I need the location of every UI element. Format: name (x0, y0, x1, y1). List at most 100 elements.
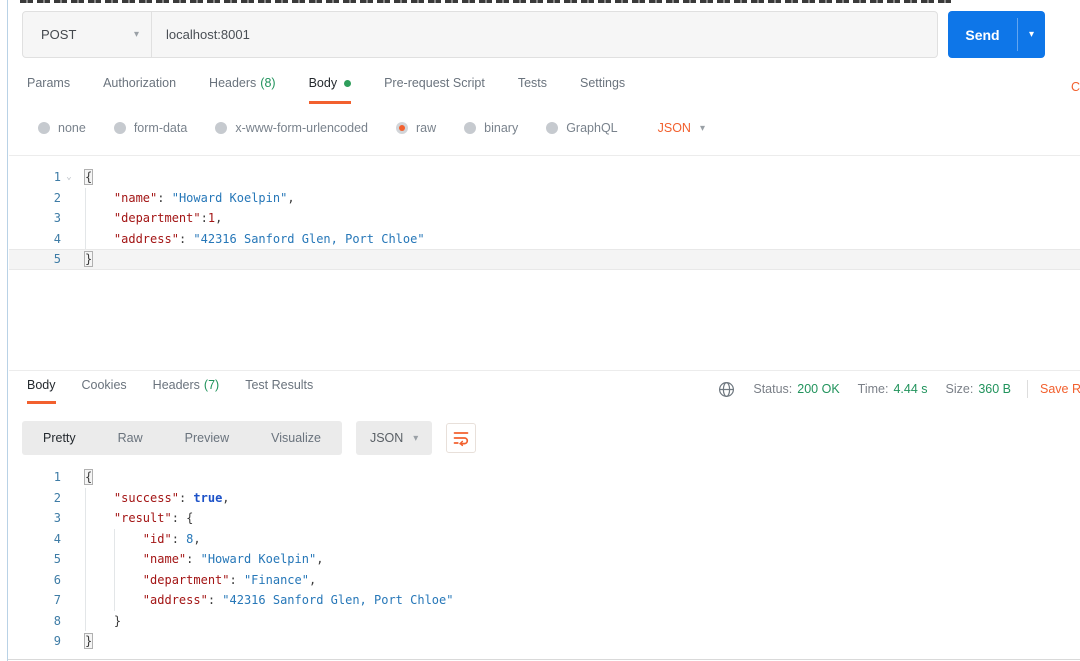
code-content: { (77, 169, 94, 186)
line-number: 8 (53, 613, 61, 628)
code-token: } (83, 251, 94, 268)
body-mode-binary[interactable]: binary (464, 121, 518, 135)
radio-icon (396, 122, 408, 134)
send-button[interactable]: Send (948, 11, 1017, 58)
code-line: 2 "success": true, (9, 488, 1080, 509)
time-value: 4.44 s (893, 382, 928, 396)
response-language-dropdown[interactable]: JSON ▾ (355, 421, 433, 455)
tab-label: Headers (209, 76, 257, 90)
body-mode-selector: none form-data x-www-form-urlencoded raw bin… (38, 121, 705, 135)
code-token: : (186, 552, 201, 567)
response-tab-cookies[interactable]: Cookies (82, 378, 127, 404)
code-token: , (215, 211, 223, 226)
code-line[interactable]: 1 ⌄ { (9, 167, 1080, 188)
method-url-container: POST ▾ localhost:8001 (22, 11, 938, 58)
code-line: 7 "address": "42316 Sanford Glen, Port C… (9, 590, 1080, 611)
code-content: "id": 8, (77, 532, 201, 546)
line-number: 7 (53, 593, 61, 608)
tab-body[interactable]: Body (308, 76, 352, 104)
globe-icon[interactable] (718, 381, 735, 398)
code-line: 4 "id": 8, (9, 529, 1080, 550)
size-label: Size: (945, 382, 974, 396)
code-token: : (157, 190, 172, 205)
tab-settings[interactable]: Settings (580, 76, 625, 104)
code-token: "42316 Sanford Glen, Port Chloe" (193, 231, 425, 246)
code-token: : (178, 231, 194, 246)
radio-icon (38, 122, 50, 134)
line-number: 6 (53, 572, 61, 587)
code-token: : (171, 511, 187, 526)
tab-pre-request-script[interactable]: Pre-request Script (384, 76, 485, 104)
request-tabs: Params Authorization Headers (8) Body Pre-req… (27, 76, 1060, 104)
tab-params[interactable]: Params (27, 76, 70, 104)
tab-label: Body (27, 378, 56, 392)
response-meta: Status: 200 OK Time: 4.44 s Size: 360 B … (718, 380, 1080, 398)
divider (9, 155, 1080, 156)
tab-label: Test Results (245, 378, 314, 392)
line-number: 4 (53, 531, 61, 546)
wrap-text-button[interactable] (446, 423, 477, 453)
tab-authorization[interactable]: Authorization (103, 76, 176, 104)
code-line[interactable]: 3 "department":1, (9, 208, 1080, 229)
sidebar-edge-divider (0, 0, 8, 661)
code-token: "Howard Koelpin" (171, 190, 288, 205)
time-badge: Time: 4.44 s (858, 382, 928, 396)
method-dropdown[interactable]: POST ▾ (23, 27, 151, 42)
code-token: "name" (113, 190, 158, 205)
code-content: "address": "42316 Sanford Glen, Port Chl… (77, 593, 454, 607)
radio-icon (464, 122, 477, 134)
tab-tests[interactable]: Tests (518, 76, 547, 104)
body-mode-x-www-form-urlencoded[interactable]: x-www-form-urlencoded (215, 121, 368, 135)
response-tab-headers[interactable]: Headers (7) (153, 378, 220, 404)
body-mode-raw[interactable]: raw (396, 121, 436, 135)
code-token: : (200, 211, 208, 226)
response-tab-body[interactable]: Body (27, 378, 56, 404)
body-mode-graphql[interactable]: GraphQL (546, 121, 618, 135)
code-token: , (308, 572, 317, 587)
response-tabs: Body Cookies Headers (7) Test Results (27, 378, 339, 404)
code-token: "name" (142, 552, 187, 567)
body-mode-label: x-www-form-urlencoded (235, 121, 368, 135)
code-token: "Howard Koelpin" (200, 552, 317, 567)
request-language-dropdown[interactable]: JSON ▾ (658, 121, 705, 135)
tab-headers[interactable]: Headers (8) (209, 76, 276, 104)
code-token: { (83, 169, 94, 186)
line-number: 1 (53, 170, 61, 185)
view-tab-pretty[interactable]: Pretty (22, 431, 97, 445)
code-token: "department" (113, 211, 201, 226)
code-token: } (113, 613, 122, 628)
code-line[interactable]: 4 "address": "42316 Sanford Glen, Port C… (9, 229, 1080, 250)
view-tab-visualize[interactable]: Visualize (250, 431, 342, 445)
tab-label: Settings (580, 76, 626, 90)
url-input[interactable]: localhost:8001 (152, 27, 250, 42)
code-token: "success" (113, 490, 179, 505)
cookies-link[interactable]: Cookies (1071, 80, 1080, 94)
status-label: Status: (753, 382, 793, 396)
send-options-button[interactable]: ▾ (1018, 11, 1045, 58)
line-number: 5 (53, 252, 61, 267)
save-response-button[interactable]: Save Response (1040, 382, 1080, 396)
body-mode-none[interactable]: none (38, 121, 86, 135)
body-mode-label: binary (484, 121, 519, 135)
method-label: POST (41, 27, 77, 42)
view-tab-preview[interactable]: Preview (164, 431, 250, 445)
response-tab-test-results[interactable]: Test Results (245, 378, 313, 404)
code-line[interactable]: 2 "name": "Howard Koelpin", (9, 188, 1080, 209)
line-number: 3 (53, 511, 61, 526)
tab-label: Authorization (103, 76, 177, 90)
code-line[interactable]: 5} (9, 249, 1080, 270)
code-content: "success": true, (77, 491, 230, 505)
body-mode-form-data[interactable]: form-data (113, 121, 187, 135)
code-token: : (229, 572, 244, 587)
view-tab-raw[interactable]: Raw (97, 431, 164, 445)
radio-icon (546, 122, 559, 134)
fold-chevron-icon[interactable]: ⌄ (61, 172, 77, 182)
tab-label: Headers (152, 378, 200, 392)
request-body-editor[interactable]: 1 ⌄ {2 "name": "Howard Koelpin", 3 "departm… (9, 162, 1080, 369)
code-content: "department":1, (77, 211, 222, 225)
status-badge: Status: 200 OK (753, 382, 839, 396)
unsaved-changes-dot-icon (344, 79, 352, 87)
